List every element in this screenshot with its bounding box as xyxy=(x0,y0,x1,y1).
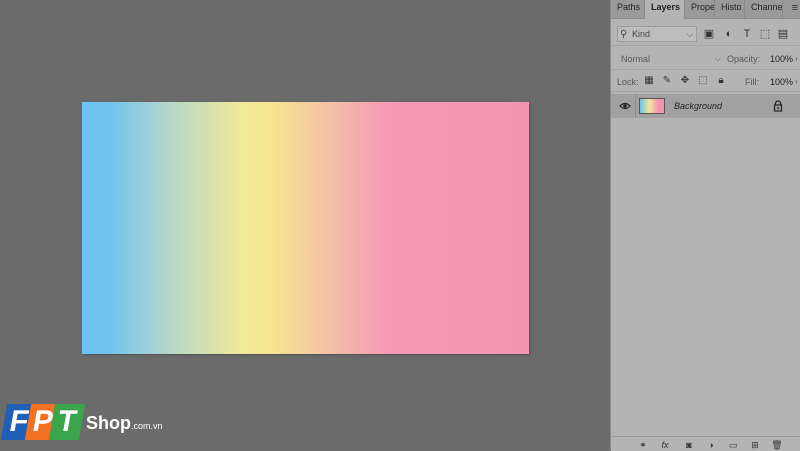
blend-mode-select[interactable]: Normal ⌵ xyxy=(617,51,723,67)
lock-position-icon[interactable]: ✥ xyxy=(679,75,691,87)
lock-image-pixels-icon[interactable]: ✎ xyxy=(661,75,673,87)
add-mask-icon[interactable]: ◙ xyxy=(683,439,695,451)
delete-layer-icon[interactable]: 🗑︎ xyxy=(771,439,783,451)
tab-channels[interactable]: Channe xyxy=(745,0,783,18)
opacity-chevron-icon[interactable]: › xyxy=(795,51,798,67)
layer-thumbnail[interactable] xyxy=(639,98,665,114)
lock-artboard-icon[interactable]: ⬚ xyxy=(697,75,709,87)
watermark-shop-word: Shop xyxy=(86,413,131,433)
lock-icon[interactable] xyxy=(773,100,783,112)
opacity-label: Opacity: xyxy=(727,54,761,64)
fx-icon[interactable]: fx xyxy=(659,439,671,451)
link-layers-icon[interactable]: ⚭ xyxy=(637,439,649,451)
lock-label: Lock: xyxy=(617,77,639,87)
blend-row: Normal ⌵ Opacity: 100% › xyxy=(611,48,800,70)
watermark-shop-text: Shop.com.vn xyxy=(86,413,163,434)
tab-history[interactable]: Histo xyxy=(715,0,745,18)
tab-layers[interactable]: Layers xyxy=(645,0,685,19)
shape-filter-icon[interactable]: ⬚ xyxy=(759,28,771,40)
fill-label: Fill: xyxy=(745,77,759,87)
type-filter-icon[interactable]: T xyxy=(741,28,753,40)
image-filter-icon[interactable]: ▣ xyxy=(703,28,715,40)
fptshop-watermark: F P T Shop.com.vn xyxy=(0,404,164,446)
kind-filter-select[interactable]: ⚲ Kind ⌵ xyxy=(617,26,697,42)
lock-row: Lock: ▦ ✎ ✥ ⬚ 🔒︎ Fill: 100% › xyxy=(611,72,800,92)
tab-paths[interactable]: Paths xyxy=(611,0,645,18)
panel-tabs: Paths Layers Prope Histo Channe ≡ xyxy=(611,0,800,19)
layer-visibility-divider xyxy=(635,94,636,118)
new-group-icon[interactable]: ▭ xyxy=(727,439,739,451)
eye-icon[interactable] xyxy=(619,100,631,112)
document-workspace[interactable]: F P T Shop.com.vn xyxy=(0,0,610,450)
chevron-down-icon: ⌵ xyxy=(714,54,721,63)
panel-menu-icon[interactable]: ≡ xyxy=(792,2,798,14)
layers-list-empty-area[interactable] xyxy=(611,118,800,436)
smart-object-filter-icon[interactable]: ▤ xyxy=(777,28,789,40)
layer-filter-row: ⚲ Kind ⌵ ▣ ◐ T ⬚ ▤ xyxy=(611,22,800,46)
opacity-input[interactable]: 100% xyxy=(763,51,793,67)
new-layer-icon[interactable]: ⊞ xyxy=(749,439,761,451)
lock-transparent-pixels-icon[interactable]: ▦ xyxy=(643,75,655,87)
fill-chevron-icon[interactable]: › xyxy=(795,74,798,90)
watermark-letter-t: T xyxy=(48,404,86,440)
kind-filter-label: Kind xyxy=(632,29,651,39)
fill-input[interactable]: 100% xyxy=(763,74,793,90)
tab-properties[interactable]: Prope xyxy=(685,0,715,18)
lock-all-icon[interactable]: 🔒︎ xyxy=(715,75,727,87)
adjustment-layer-icon[interactable]: ◑ xyxy=(705,439,717,451)
layer-row-background[interactable]: Background xyxy=(611,94,800,118)
adjustment-filter-icon[interactable]: ◐ xyxy=(723,28,735,40)
search-icon: ⚲ xyxy=(620,29,628,40)
gradient-canvas[interactable] xyxy=(82,102,529,354)
chevron-down-icon: ⌵ xyxy=(686,30,693,39)
layers-panel: Paths Layers Prope Histo Channe ≡ ⚲ Kind… xyxy=(610,0,800,451)
layer-name[interactable]: Background xyxy=(674,100,722,112)
watermark-domain: .com.vn xyxy=(131,421,163,431)
layers-bottom-bar: ⚭ fx ◙ ◑ ▭ ⊞ 🗑︎ xyxy=(611,436,800,451)
blend-mode-value: Normal xyxy=(621,54,651,64)
